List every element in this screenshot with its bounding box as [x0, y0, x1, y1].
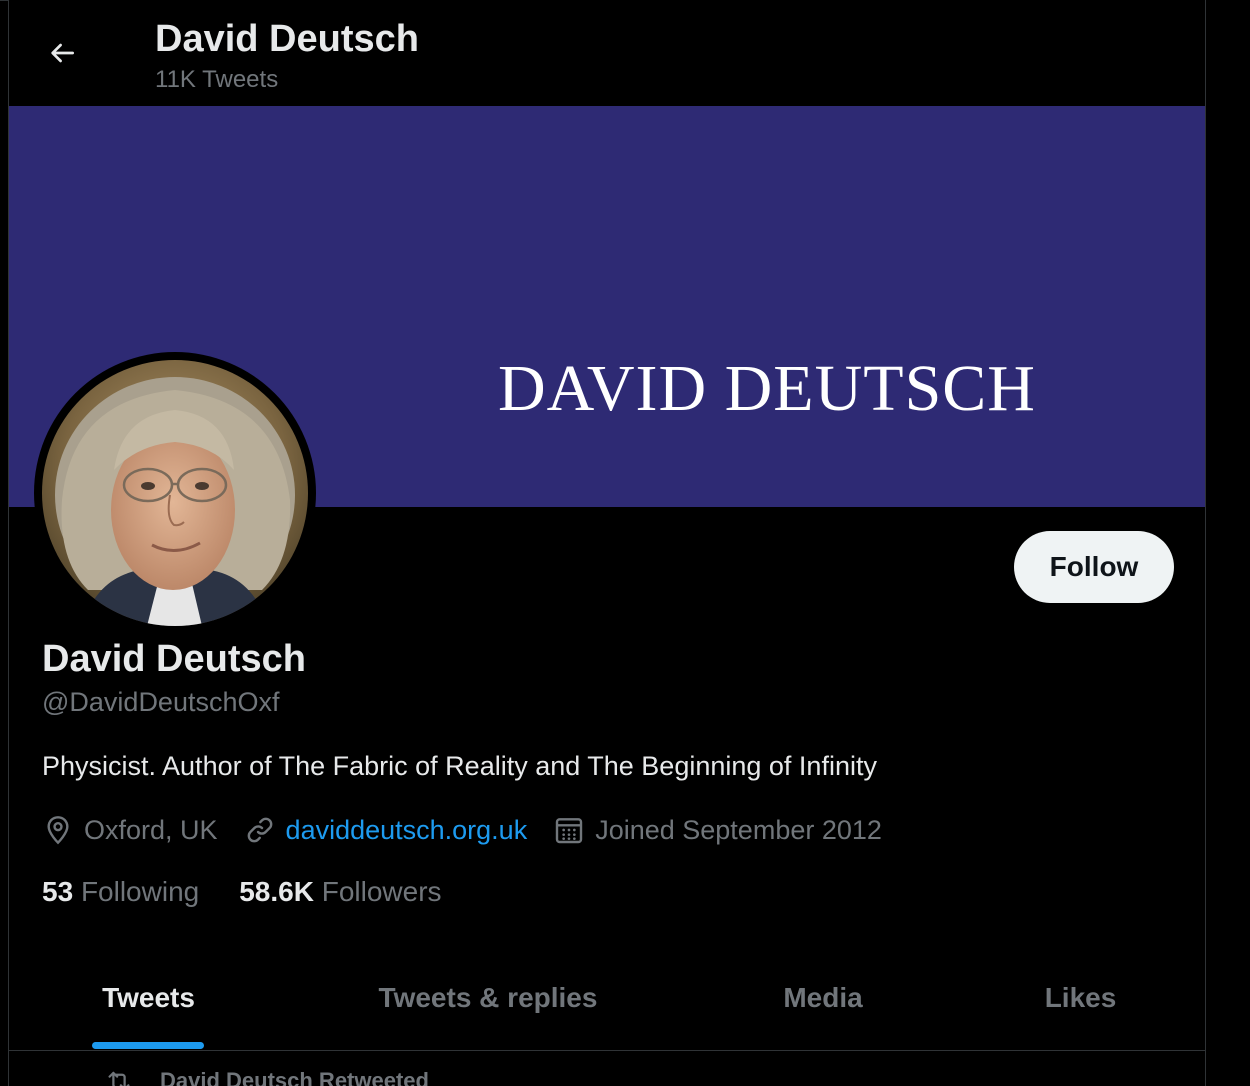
profile-column: David Deutsch 11K Tweets DAVID DEUTSCH F… — [8, 0, 1206, 1086]
tab-media[interactable]: Media — [688, 945, 958, 1050]
profile-bio: Physicist. Author of The Fabric of Reali… — [42, 751, 877, 781]
following-label: Following — [80, 876, 200, 907]
tab-tweets-replies[interactable]: Tweets & replies — [288, 945, 688, 1050]
profile-meta: Oxford, UK daviddeutsch.org.uk Joined Se… — [42, 812, 908, 848]
location-item: Oxford, UK — [42, 814, 218, 846]
right-gutter — [1206, 0, 1250, 1086]
active-tab-indicator — [92, 1042, 204, 1049]
avatar-image — [42, 360, 308, 626]
following-count: 53 — [42, 876, 74, 907]
retweet-context: David Deutsch Retweeted — [104, 1066, 429, 1086]
followers-label: Followers — [321, 876, 442, 907]
link-icon — [247, 817, 272, 843]
followers-count: 58.6K — [239, 876, 314, 907]
profile-stats: 53 Following 58.6K Followers — [42, 876, 482, 908]
header-title: David Deutsch — [155, 18, 419, 60]
joined-text: Joined September 2012 — [595, 814, 882, 845]
tab-likes[interactable]: Likes — [958, 945, 1203, 1050]
retweet-label[interactable]: David Deutsch Retweeted — [160, 1068, 429, 1086]
location-text: Oxford, UK — [84, 814, 218, 845]
back-button[interactable] — [35, 26, 89, 80]
profile-header: David Deutsch 11K Tweets — [9, 0, 1205, 106]
avatar[interactable] — [34, 352, 316, 634]
following-stat[interactable]: 53 Following — [42, 876, 199, 908]
retweet-icon — [108, 1071, 130, 1086]
arrow-left-icon — [51, 43, 74, 63]
profile-name: David Deutsch — [42, 638, 306, 680]
banner-text: DAVID DEUTSCH — [498, 352, 1036, 425]
website-item: daviddeutsch.org.uk — [244, 814, 528, 846]
followers-stat[interactable]: 58.6K Followers — [239, 876, 441, 908]
location-pin-icon — [47, 816, 69, 845]
follow-button[interactable]: Follow — [1014, 531, 1174, 603]
header-tweet-count: 11K Tweets — [155, 66, 279, 93]
website-link[interactable]: daviddeutsch.org.uk — [286, 815, 528, 846]
profile-handle: @DavidDeutschOxf — [42, 687, 280, 717]
tab-tweets[interactable]: Tweets — [9, 945, 288, 1050]
profile-tabs: Tweets Tweets & replies Media Likes — [9, 945, 1205, 1051]
calendar-icon — [556, 818, 583, 844]
joined-item: Joined September 2012 — [553, 814, 882, 846]
